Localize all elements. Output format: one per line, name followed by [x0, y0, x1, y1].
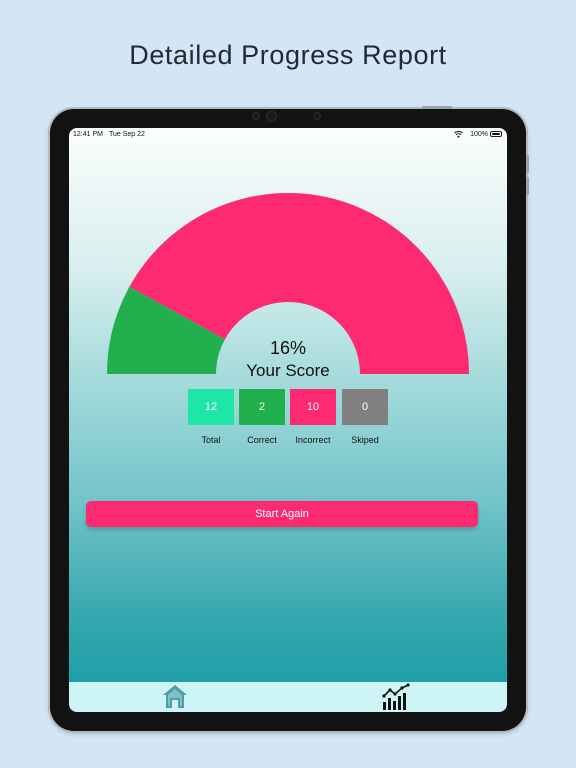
power-button	[526, 177, 529, 195]
stat-incorrect-box: 10	[290, 389, 336, 425]
status-time: 12:41 PM	[73, 131, 103, 138]
status-bar: 12:41 PM Tue Sep 22 100%	[69, 128, 507, 142]
page-headline: Detailed Progress Report	[129, 40, 447, 70]
start-again-button[interactable]: Start Again	[86, 501, 478, 527]
tab-progress[interactable]	[381, 683, 411, 712]
stat-total-box: 12	[188, 389, 234, 425]
tablet-frame: 12:41 PM Tue Sep 22 100% 16% Your Score …	[50, 106, 529, 731]
chart-icon	[382, 683, 410, 710]
top-button	[422, 106, 452, 109]
front-sensor-1	[252, 112, 260, 120]
tab-bar	[69, 682, 507, 712]
app-screen: 12:41 PM Tue Sep 22 100% 16% Your Score …	[69, 128, 507, 712]
stat-skipped-box: 0	[342, 389, 388, 425]
stat-skipped-label: Skiped	[351, 435, 379, 445]
tab-home[interactable]	[161, 683, 189, 712]
front-sensor-2	[313, 112, 321, 120]
score-percent: 16%	[269, 338, 307, 358]
home-icon	[163, 685, 187, 708]
status-date: Tue Sep 22	[109, 131, 145, 138]
stat-incorrect-label: Incorrect	[295, 435, 331, 445]
wifi-icon	[454, 130, 463, 140]
battery-percent: 100%	[470, 131, 488, 138]
volume-button	[526, 155, 529, 173]
stat-correct-box: 2	[239, 389, 285, 425]
score-label: Your Score	[246, 361, 330, 380]
battery-icon	[490, 131, 502, 137]
front-camera	[266, 111, 277, 122]
